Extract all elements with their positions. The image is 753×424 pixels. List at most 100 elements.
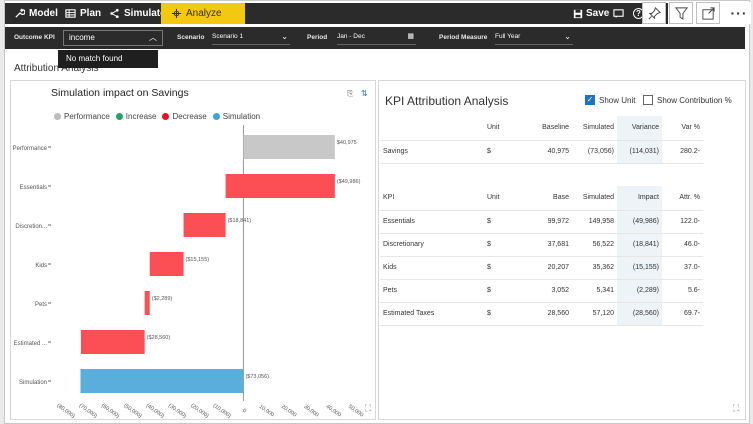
category-label: Performance	[13, 146, 48, 152]
var-pct-cell: 280.2-	[662, 140, 703, 164]
model-button[interactable]: Model	[14, 3, 58, 24]
table-row[interactable]: Discretionary $ 37,681 56,522 (18,841) 46.0…	[380, 233, 703, 257]
comment-button[interactable]	[613, 3, 624, 24]
kpi-name-cell: Kids	[380, 256, 484, 280]
analyze-button[interactable]: Analyze	[161, 3, 245, 24]
resize-icon[interactable]: ⛶	[365, 403, 371, 414]
category-label: Pets	[35, 302, 47, 308]
kpi-dropdown-message: No match found	[58, 50, 158, 68]
period-measure-label: Period Measure	[439, 34, 488, 41]
checkmark-icon: ✓	[585, 95, 595, 105]
outcome-kpi-value: income	[69, 33, 95, 42]
kpi-name-cell: Pets	[380, 279, 484, 303]
chevron-down-icon: ⌄	[281, 32, 288, 41]
scenario-select[interactable]: Scenario 1 ⌄	[212, 31, 290, 45]
data-label: $40,975	[337, 140, 357, 146]
show-unit-checkbox[interactable]: ✓ Show Unit	[585, 95, 635, 105]
legend-label: Performance	[64, 112, 110, 121]
x-tick-label: (20,000)	[189, 403, 209, 420]
impact-cell: (2,289)	[617, 279, 662, 303]
branch-icon	[110, 8, 119, 19]
table-header-row: Unit Baseline Simulated Variance Var %	[380, 116, 703, 141]
plan-button[interactable]: Plan	[65, 3, 101, 24]
sort-icon[interactable]: ⇅	[361, 89, 368, 98]
legend-item-decrease: Decrease	[162, 112, 207, 121]
column-header: Base	[524, 186, 572, 211]
focus-mode-button[interactable]	[696, 2, 720, 24]
waterfall-bar	[243, 135, 335, 159]
outcome-kpi-input[interactable]: income ︿	[63, 30, 163, 46]
waterfall-bar	[144, 291, 150, 315]
comment-icon	[613, 9, 624, 19]
ellipsis-icon: ···	[730, 5, 748, 21]
x-tick-label: 0	[241, 408, 247, 415]
x-tick-label: (50,000)	[122, 403, 142, 420]
legend-swatch	[115, 113, 123, 120]
kpi-table: KPI Unit Base Simulated Impact Attr. % E…	[380, 186, 703, 326]
unit-cell: $	[484, 233, 524, 257]
period-select[interactable]: Jan - Dec ▦	[337, 31, 416, 45]
x-tick-label: (60,000)	[100, 403, 120, 420]
model-label: Model	[29, 8, 58, 19]
waterfall-bar	[149, 252, 184, 276]
save-icon	[573, 9, 583, 18]
resize-icon[interactable]: ⛶	[733, 403, 739, 414]
attr-pct-cell: 122.0-	[662, 210, 703, 234]
base-cell: 20,207	[524, 256, 572, 280]
base-cell: 37,681	[524, 233, 572, 257]
filter-button[interactable]	[669, 2, 693, 24]
save-button[interactable]: Save	[573, 3, 609, 24]
unit-cell: $	[484, 210, 524, 234]
kpi-name-cell: Discretionary	[380, 233, 484, 257]
category-label: Kids	[35, 263, 47, 269]
base-cell: 28,560	[524, 302, 572, 326]
base-cell: 3,052	[524, 279, 572, 303]
table-row[interactable]: Savings $ 40,975 (73,056) (114,031) 280.…	[380, 140, 703, 164]
attr-pct-cell: 5.6-	[662, 279, 703, 303]
outcome-kpi-label: Outcome KPI	[14, 34, 55, 41]
variance-cell: (114,031)	[617, 140, 662, 164]
x-tick-label: (80,000)	[55, 403, 75, 420]
period-measure-select[interactable]: Full Year ⌄	[495, 31, 573, 45]
legend-label: Increase	[125, 112, 157, 121]
column-header: Unit	[484, 116, 524, 141]
table-row[interactable]: Essentials $ 99,972 149,958 (49,986) 122.0-	[380, 210, 703, 234]
waterfall-bar	[80, 330, 145, 354]
attr-pct-cell: 46.0-	[662, 233, 703, 257]
impact-cell: (28,560)	[617, 302, 662, 326]
simulate-label: Simulate	[124, 8, 166, 19]
impact-cell: (49,986)	[617, 210, 662, 234]
legend-swatch	[54, 113, 61, 120]
legend-item-simulation: Simulation	[212, 112, 260, 121]
table-row[interactable]: Kids $ 20,207 35,362 (15,155) 37.0-	[380, 256, 703, 280]
data-label: ($2,289)	[152, 296, 173, 302]
table-row[interactable]: Estimated Taxes $ 28,560 57,120 (28,560) 69…	[380, 302, 703, 326]
filter-icon	[674, 6, 688, 20]
simulated-cell: (73,056)	[572, 140, 617, 164]
more-options-button[interactable]: ···	[727, 2, 751, 24]
checkbox-icon	[643, 95, 653, 105]
column-header: Attr. %	[662, 186, 703, 211]
kpi-name-cell: Savings	[380, 140, 484, 164]
chart-title: Simulation impact on Savings	[51, 87, 189, 99]
show-unit-label: Show Unit	[599, 95, 636, 105]
attr-pct-cell: 69.7-	[662, 302, 703, 326]
x-tick-label: 40,000	[325, 404, 342, 419]
category-label: Discretion...	[15, 224, 47, 230]
data-label: ($28,560)	[147, 335, 171, 341]
kpi-name-cell: Estimated Taxes	[380, 302, 484, 326]
target-icon	[171, 8, 182, 19]
wrench-icon	[15, 8, 25, 18]
pin-visual-button[interactable]	[642, 2, 666, 24]
x-tick-label: (30,000)	[167, 403, 187, 420]
period-label: Period	[307, 34, 328, 41]
simulated-cell: 149,958	[572, 210, 617, 234]
x-tick-label: (40,000)	[145, 403, 165, 420]
simulate-button[interactable]: Simulate	[109, 3, 166, 24]
analyze-label: Analyze	[186, 8, 222, 19]
table-row[interactable]: Pets $ 3,052 5,341 (2,289) 5.6-	[380, 279, 703, 303]
export-icon[interactable]: ⎘	[347, 89, 353, 99]
column-header	[380, 116, 484, 141]
show-contribution-checkbox[interactable]: Show Contribution %	[643, 95, 732, 105]
grid-icon	[65, 9, 76, 18]
